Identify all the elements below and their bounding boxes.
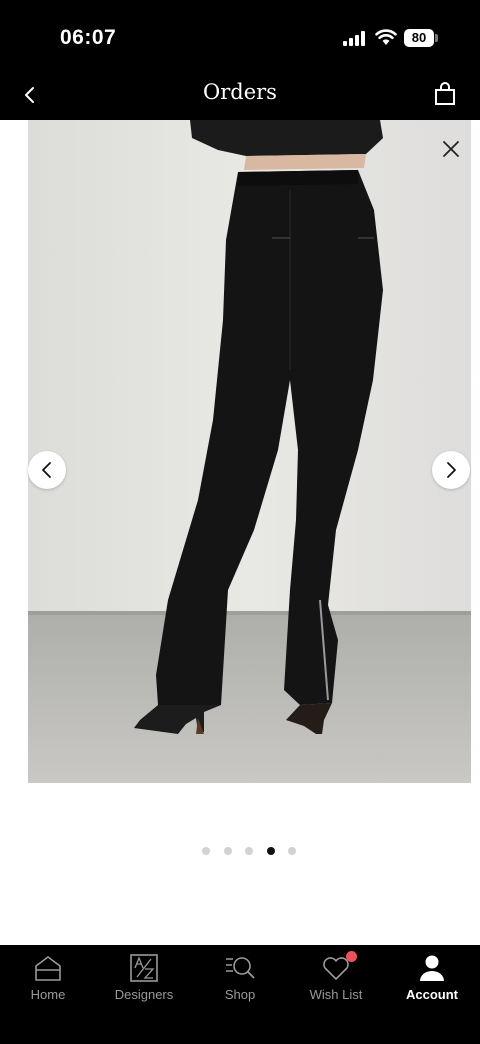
tab-label: Shop (224, 987, 256, 1002)
battery-icon: 80 (404, 29, 434, 47)
tab-designers[interactable]: Designers (96, 945, 192, 1015)
shopping-bag-icon[interactable] (432, 81, 458, 107)
back-chevron-icon[interactable] (16, 81, 44, 109)
product-image[interactable] (28, 120, 471, 783)
tab-label: Account (406, 987, 458, 1002)
notification-badge (346, 951, 357, 962)
person-icon (420, 955, 444, 981)
chevron-right-icon (447, 462, 456, 478)
signal-icon (343, 31, 367, 46)
pagination-dot[interactable] (288, 847, 296, 855)
wifi-icon (375, 29, 397, 45)
tab-home[interactable]: Home (0, 945, 96, 1015)
home-icon (35, 956, 61, 981)
previous-image-button[interactable] (28, 451, 66, 489)
status-bar: 06:07 80 (0, 0, 480, 70)
page-title: Orders (203, 80, 277, 104)
product-gallery (0, 120, 480, 945)
close-icon[interactable] (438, 136, 464, 162)
tab-label: Designers (114, 987, 174, 1002)
pagination-dot[interactable] (202, 847, 210, 855)
pagination-dots (0, 847, 480, 857)
tab-label: Home (30, 987, 66, 1002)
chevron-left-icon (42, 462, 51, 478)
pagination-dot[interactable] (224, 847, 232, 855)
a-z-icon (130, 954, 158, 982)
pagination-dot-active[interactable] (267, 847, 275, 855)
search-list-icon (226, 957, 255, 979)
tab-shop[interactable]: Shop (192, 945, 288, 1015)
product-photo (28, 120, 471, 783)
tab-wish-list[interactable]: Wish List (288, 945, 384, 1015)
next-image-button[interactable] (432, 451, 470, 489)
tab-account[interactable]: Account (384, 945, 480, 1015)
tab-label: Wish List (309, 987, 363, 1002)
pagination-dot[interactable] (245, 847, 253, 855)
battery-nub (435, 34, 438, 42)
status-time: 06:07 (60, 26, 117, 49)
nav-bar: Orders (0, 70, 480, 120)
tab-bar: Home Designers Shop Wish List Account (0, 945, 480, 1044)
